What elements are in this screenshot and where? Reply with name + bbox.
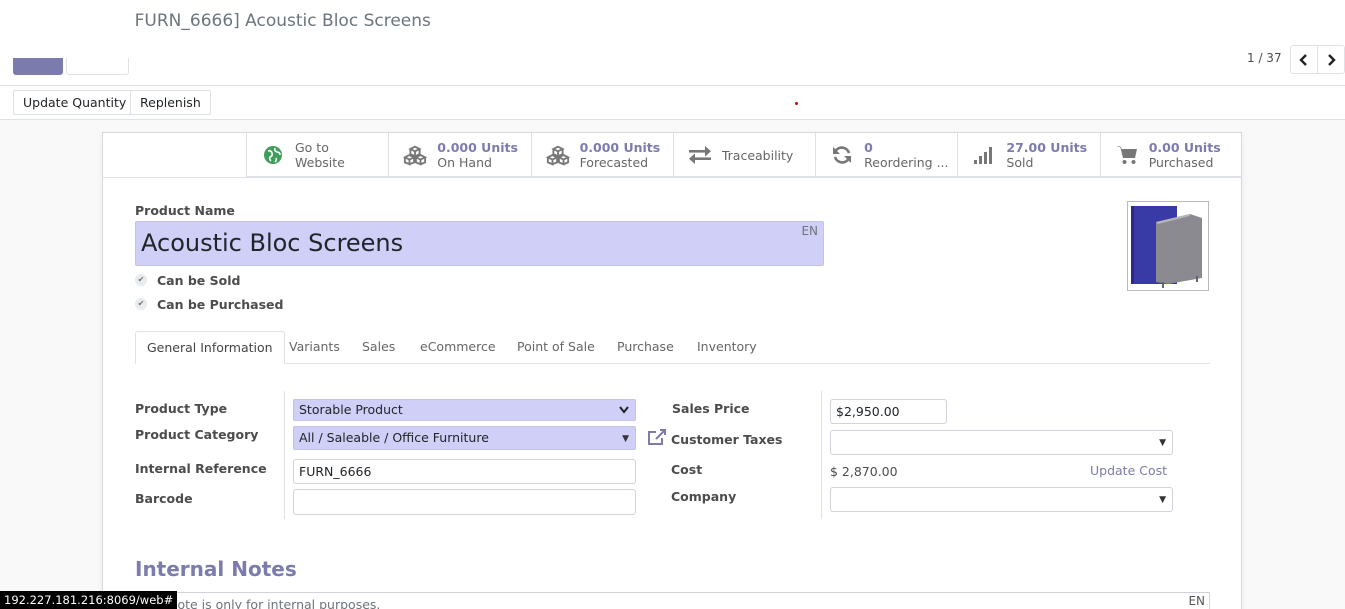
- language-button[interactable]: EN: [801, 224, 818, 238]
- barcode-label: Barcode: [135, 491, 193, 506]
- barcode-input[interactable]: [293, 489, 636, 515]
- company-label: Company: [671, 489, 737, 504]
- smart-button-label: On Hand: [437, 155, 492, 170]
- product-category-label: Product Category: [135, 427, 259, 442]
- sales-price-input[interactable]: $2,950.00: [830, 399, 947, 424]
- product-name-label: Product Name: [135, 203, 235, 218]
- caret-down-icon: ▼: [1159, 438, 1166, 448]
- control-panel: [FURN_6666] Acoustic Bloc Screens 1 / 37…: [0, 0, 1345, 120]
- refresh-icon: [830, 143, 854, 167]
- smart-button-sold[interactable]: 27.00 Units Sold: [957, 133, 1099, 177]
- caret-down-icon: ▼: [1159, 495, 1166, 505]
- smart-button-label: Purchased: [1148, 155, 1214, 170]
- tab-general-information[interactable]: General Information: [135, 331, 285, 364]
- smart-button-value: 0.000 Units: [579, 140, 661, 155]
- divider: [0, 85, 1345, 86]
- cost-value: $ 2,870.00: [830, 464, 898, 479]
- caret-down-icon: ▼: [622, 434, 629, 444]
- smart-button-label: Website: [295, 155, 345, 170]
- pager-next-button[interactable]: [1317, 45, 1345, 74]
- smart-button-website[interactable]: Go to Website: [246, 133, 388, 177]
- divider: [821, 391, 822, 519]
- create-button[interactable]: [66, 58, 129, 75]
- product-type-select[interactable]: Storable Product: [293, 399, 636, 421]
- update-cost-button[interactable]: Update Cost: [1090, 463, 1167, 478]
- internal-notes-field[interactable]: This note is only for internal purposes.…: [135, 592, 1210, 609]
- tab-point-of-sale[interactable]: Point of Sale: [517, 331, 595, 364]
- smart-button-on-hand[interactable]: 0.000 Units On Hand: [388, 133, 530, 177]
- cubes-icon: [403, 143, 428, 167]
- cubes-icon: [545, 143, 570, 167]
- smart-button-value: 0.000 Units: [437, 140, 518, 155]
- can-be-sold-label: Can be Sold: [157, 273, 241, 288]
- can-be-purchased-label: Can be Purchased: [157, 297, 284, 312]
- globe-icon: [261, 143, 285, 167]
- signal-icon: [972, 143, 996, 167]
- update-quantity-button[interactable]: Update Quantity: [13, 90, 137, 115]
- page-title: [FURN_6666] Acoustic Bloc Screens: [135, 11, 435, 31]
- tab-ecommerce[interactable]: eCommerce: [420, 331, 496, 364]
- divider: [284, 391, 285, 519]
- internal-reference-input[interactable]: FURN_6666: [293, 459, 636, 484]
- indicator-dot: [795, 102, 798, 105]
- sales-price-label: Sales Price: [672, 401, 750, 416]
- external-link-icon[interactable]: [647, 428, 667, 450]
- smart-button-label: Forecasted: [579, 155, 649, 170]
- smart-button-forecasted[interactable]: 0.000 Units Forecasted: [530, 133, 673, 177]
- cost-label: Cost: [671, 462, 703, 477]
- smart-button-box: Go to Website 0.000 Units On Hand 0.000 Un…: [246, 133, 1242, 177]
- edit-button[interactable]: [13, 58, 63, 75]
- notebook-tabs: General Information Variants Sales eComm…: [135, 331, 1210, 364]
- product-image[interactable]: [1127, 201, 1209, 291]
- smart-button-value: 0.00 Units: [1148, 140, 1221, 155]
- chevron-left-icon: [1299, 53, 1307, 66]
- smart-button-reordering[interactable]: 0 Reordering ...: [815, 133, 957, 177]
- tab-variants[interactable]: Variants: [289, 331, 340, 364]
- product-name-value: Acoustic Bloc Screens: [141, 229, 404, 257]
- customer-taxes-label: Customer Taxes: [671, 432, 783, 447]
- smart-button-label: Traceability: [721, 147, 794, 163]
- chevron-down-icon: [619, 400, 629, 428]
- smart-button-value: 27.00 Units: [1006, 140, 1088, 155]
- smart-button-value: Go to: [295, 140, 329, 155]
- tab-sales[interactable]: Sales: [362, 331, 395, 364]
- smart-button-purchased[interactable]: 0.00 Units Purchased: [1099, 133, 1242, 177]
- chevron-right-icon: [1328, 53, 1336, 66]
- pager-value[interactable]: 1 / 37: [1247, 51, 1282, 65]
- pager-previous-button[interactable]: [1290, 45, 1318, 74]
- product-category-select[interactable]: All / Saleable / Office Furniture ▼: [293, 426, 636, 450]
- cart-icon: [1115, 143, 1139, 167]
- product-category-value: All / Saleable / Office Furniture: [299, 430, 489, 445]
- divider: [103, 177, 1241, 178]
- form-sheet: Go to Website 0.000 Units On Hand 0.000 Un…: [102, 132, 1242, 609]
- smart-button-label: Reordering ...: [864, 155, 949, 170]
- internal-reference-label: Internal Reference: [135, 461, 267, 476]
- smart-button-traceability[interactable]: Traceability: [672, 133, 815, 177]
- breadcrumb-title: [FURN_6666] Acoustic Bloc Screens: [135, 11, 431, 31]
- replenish-button[interactable]: Replenish: [130, 90, 211, 115]
- status-bar-url: 192.227.181.216:8069/web#: [0, 591, 178, 609]
- internal-notes-title: Internal Notes: [135, 557, 297, 581]
- tab-inventory[interactable]: Inventory: [697, 331, 757, 364]
- customer-taxes-select[interactable]: ▼: [830, 430, 1173, 455]
- can-be-purchased-checkbox[interactable]: ✔: [135, 298, 147, 310]
- tab-purchase[interactable]: Purchase: [617, 331, 674, 364]
- smart-button-label: Sold: [1006, 155, 1034, 170]
- company-select[interactable]: ▼: [830, 487, 1173, 512]
- can-be-sold-checkbox[interactable]: ✔: [135, 274, 147, 286]
- smart-button-value: 0: [864, 140, 873, 155]
- product-name-field[interactable]: Acoustic Bloc Screens EN: [135, 221, 824, 266]
- product-type-value: Storable Product: [299, 402, 403, 417]
- language-button[interactable]: EN: [1188, 594, 1205, 608]
- exchange-icon: [688, 143, 712, 167]
- product-type-label: Product Type: [135, 401, 228, 416]
